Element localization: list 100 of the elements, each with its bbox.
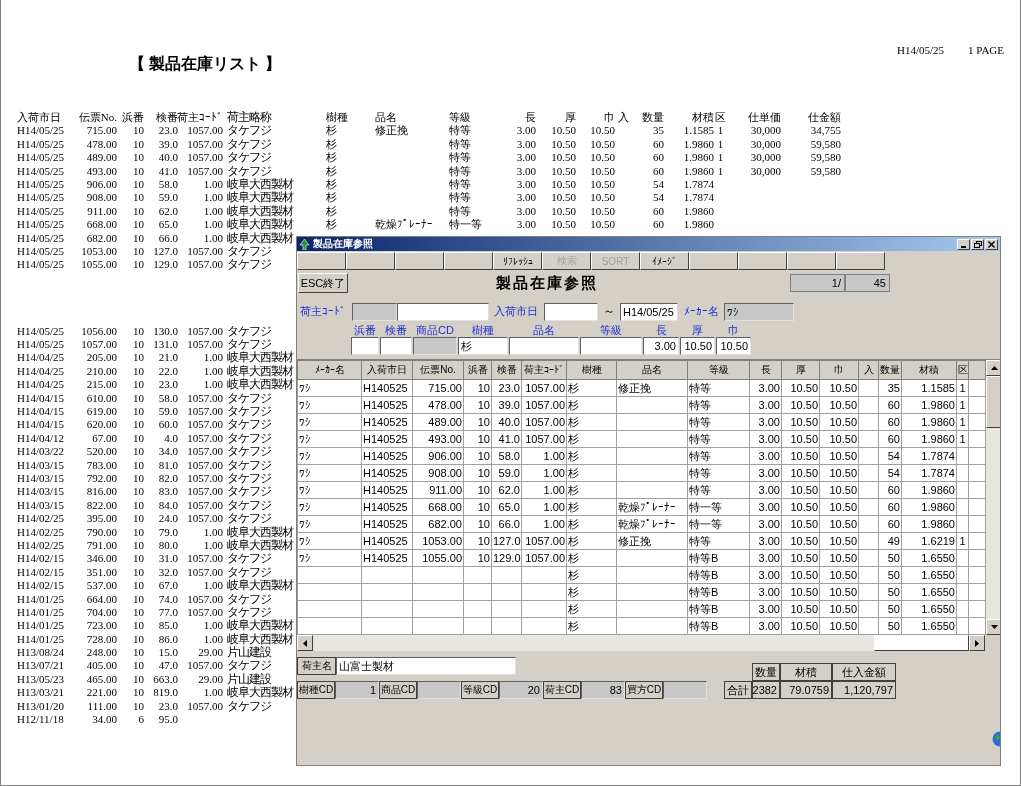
input-field[interactable]: 10.50: [716, 337, 751, 355]
report-cell: タケフジ: [227, 124, 271, 138]
exit-button[interactable]: ESC終了: [298, 273, 348, 293]
report-cell: 83.0: [158, 485, 178, 499]
report-cell: H13/05/23: [17, 672, 65, 687]
code-field[interactable]: 83: [581, 681, 625, 699]
report-cell: 59,580: [810, 151, 841, 165]
scroll-right-button[interactable]: [969, 635, 985, 651]
input-field[interactable]: [580, 337, 642, 355]
code-field[interactable]: 1: [335, 681, 379, 699]
code-field[interactable]: [417, 681, 461, 699]
arrow-left-icon: [303, 639, 307, 647]
date-from-field[interactable]: [544, 302, 598, 321]
scroll-thumb[interactable]: [874, 635, 969, 651]
report-cell: 10.50: [551, 204, 576, 219]
table-cell: 1.00: [543, 484, 565, 496]
table-cell: 杉: [568, 568, 579, 581]
report-cell: H14/02/25: [17, 512, 65, 526]
table-cell: 特等: [689, 449, 711, 462]
horizontal-scrollbar[interactable]: [297, 635, 985, 651]
vertical-scrollbar[interactable]: [986, 360, 1000, 635]
toolbar-button[interactable]: [689, 252, 738, 270]
input-field[interactable]: 10.50: [680, 337, 715, 355]
minimize-button[interactable]: [957, 238, 970, 250]
report-column-header: 長: [525, 111, 536, 125]
maker-field[interactable]: ﾜｼ: [724, 302, 794, 321]
column-header[interactable]: 等級: [687, 360, 750, 380]
column-header[interactable]: 伝票No.: [412, 360, 464, 380]
report-cell: 610.00: [86, 391, 117, 406]
toolbar-button[interactable]: ｲﾒｰｼﾞ: [640, 252, 689, 270]
table-cell: 1: [959, 382, 966, 394]
owner-code-field[interactable]: [352, 302, 397, 321]
column-header[interactable]: 樹種: [566, 360, 617, 380]
column-header[interactable]: 数量: [878, 360, 902, 380]
table-cell: 1: [959, 433, 966, 445]
table-cell: 10.50: [829, 433, 857, 445]
input-field[interactable]: [380, 337, 412, 355]
report-cell: H14/03/15: [17, 498, 65, 513]
report-cell: 1057.00: [187, 338, 223, 352]
table-cell: 10.50: [829, 620, 857, 632]
code-field[interactable]: [663, 681, 707, 699]
scroll-left-button[interactable]: [297, 635, 313, 651]
field-label: 荷主名: [297, 657, 336, 675]
restore-button[interactable]: [971, 238, 984, 250]
report-cell: 3.00: [516, 191, 536, 205]
column-header[interactable]: 巾: [819, 360, 859, 380]
table-cell: 1.6550: [921, 586, 955, 598]
input-field[interactable]: [351, 337, 379, 355]
field-label: ﾒｰｶｰ名: [684, 304, 720, 319]
owner-name-field[interactable]: 山富士製材: [336, 657, 516, 675]
column-header[interactable]: 検番: [491, 360, 522, 380]
field-label: 入荷市日: [494, 304, 539, 319]
table-cell: 50: [887, 552, 900, 564]
date-to-field[interactable]: H14/05/25: [620, 302, 678, 321]
report-cell: 41.0: [158, 164, 178, 178]
report-cell: 23.0: [158, 378, 178, 392]
toolbar-button[interactable]: ﾘﾌﾚｯｼｭ: [493, 252, 542, 270]
report-cell: H14/05/25: [17, 338, 65, 352]
table-cell: 1.6550: [921, 603, 955, 615]
column-header[interactable]: 材積: [901, 360, 957, 380]
toolbar-button[interactable]: [787, 252, 836, 270]
owner-field[interactable]: [397, 302, 489, 321]
code-field[interactable]: 20: [499, 681, 543, 699]
report-cell: 10: [133, 204, 144, 219]
report-cell: 杉: [326, 151, 337, 165]
toolbar-button[interactable]: [297, 252, 346, 270]
toolbar-button[interactable]: [444, 252, 493, 270]
column-header[interactable]: 品名: [616, 360, 688, 380]
column-header[interactable]: ﾒｰｶｰ名: [297, 360, 362, 380]
report-cell: 248.00: [86, 646, 117, 660]
scroll-down-button[interactable]: [986, 619, 1000, 635]
table-cell: ﾜｼ: [299, 518, 311, 530]
report-cell: 10: [133, 632, 144, 647]
column-header[interactable]: 厚: [781, 360, 820, 380]
column-header[interactable]: 浜番: [463, 360, 492, 380]
toolbar-button[interactable]: [395, 252, 444, 270]
column-header[interactable]: 入荷市日: [361, 360, 413, 380]
report-cell-text: 岐阜大西製材: [227, 177, 293, 191]
toolbar-button[interactable]: [346, 252, 395, 270]
table-cell: 10.50: [790, 467, 818, 479]
scroll-thumb[interactable]: [986, 376, 1000, 428]
report-cell-text: タケフジ: [227, 605, 271, 619]
input-field[interactable]: 杉: [458, 337, 508, 355]
report-column-header: 浜番: [122, 111, 144, 125]
toolbar-button[interactable]: [836, 252, 885, 270]
column-header[interactable]: 荷主ｺｰﾄﾞ: [521, 360, 567, 380]
report-cell: H14/02/25: [17, 538, 65, 553]
table-cell: 489.00: [428, 416, 462, 428]
table-cell: 特一等: [689, 500, 722, 513]
column-header[interactable]: 長: [749, 360, 782, 380]
scroll-up-button[interactable]: [986, 360, 1000, 376]
input-field[interactable]: 3.00: [643, 337, 679, 355]
input-field[interactable]: [509, 337, 579, 355]
table-cell: 127.0: [493, 535, 521, 547]
report-cell: 1057.00: [187, 445, 223, 459]
close-button[interactable]: [985, 238, 998, 250]
toolbar-button[interactable]: [738, 252, 787, 270]
page-separator: /: [837, 277, 841, 289]
report-cell: H13/08/24: [17, 646, 65, 660]
report-cell: 82.0: [158, 472, 178, 486]
